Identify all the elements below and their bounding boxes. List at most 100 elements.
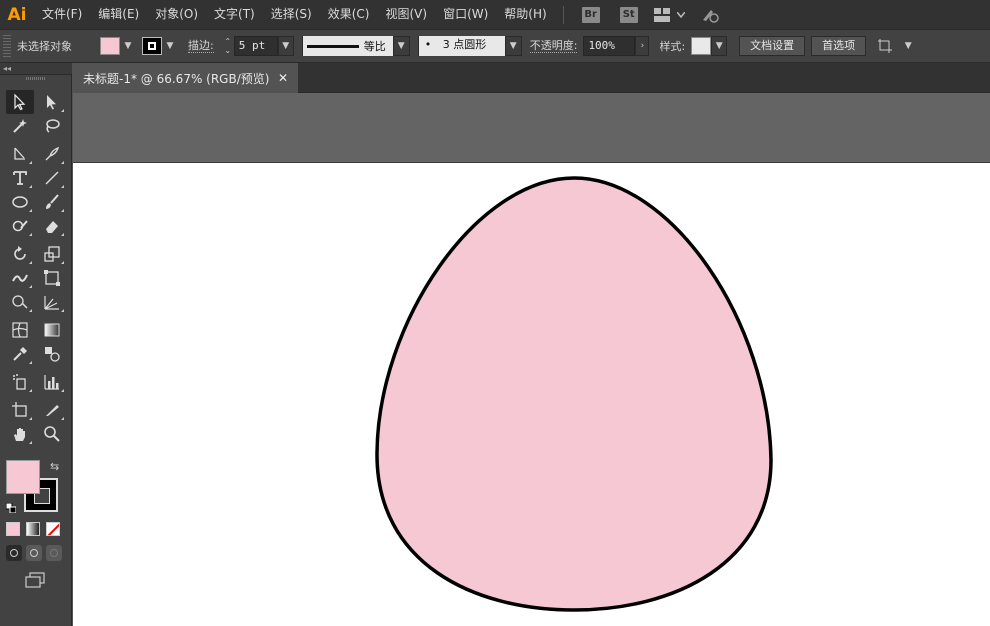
paintbrush-tool-icon[interactable] [38, 190, 66, 214]
document-tab-bar: 未标题-1* @ 66.67% (RGB/预览) ✕ [73, 63, 990, 93]
shape-builder-tool-icon[interactable] [6, 290, 34, 314]
style-label-text: 样式 [659, 40, 682, 53]
profile-dropdown-icon[interactable]: ▼ [392, 37, 409, 55]
toolbar-collapse[interactable]: ◂◂ [0, 63, 72, 75]
transform-options-icon[interactable] [876, 36, 896, 56]
direct-selection-tool-icon[interactable] [38, 90, 66, 114]
pasteboard[interactable] [73, 93, 990, 626]
menu-object[interactable]: 对象(O) [147, 0, 206, 29]
menu-help[interactable]: 帮助(H) [496, 0, 554, 29]
chevron-down-icon[interactable] [676, 5, 686, 25]
line-segment-tool-icon[interactable] [38, 166, 66, 190]
fill-swatch[interactable] [100, 37, 120, 55]
menu-edit[interactable]: 编辑(E) [90, 0, 147, 29]
menu-separator [562, 5, 564, 24]
gradient-tool-icon[interactable] [38, 318, 66, 342]
menu-effect[interactable]: 效果(C) [320, 0, 378, 29]
style-dropdown-icon[interactable]: ▼ [711, 36, 728, 56]
menu-bar: Ai 文件(F) 编辑(E) 对象(O) 文字(T) 选择(S) 效果(C) 视… [0, 0, 990, 29]
artboard-tool-icon[interactable] [6, 398, 34, 422]
fill-dropdown-chevron-icon[interactable]: ▼ [120, 36, 136, 56]
preferences-button[interactable]: 首选项 [811, 36, 867, 56]
document-tab[interactable]: 未标题-1* @ 66.67% (RGB/预览) ✕ [73, 63, 298, 93]
swap-fill-stroke-icon[interactable]: ⇆ [50, 460, 59, 473]
egg-shape[interactable] [73, 163, 990, 626]
control-bar: 未选择对象 ▼ ▼ 描边: ⌃ ⌄ 5 pt ▼ 等比 ▼ • 3 点圆形 ▼ 不… [0, 29, 990, 63]
stroke-swatch[interactable] [142, 37, 162, 55]
panel-grip[interactable] [3, 35, 11, 57]
default-fill-stroke-icon[interactable] [5, 502, 17, 514]
gpu-performance-icon[interactable] [700, 5, 720, 25]
type-tool-icon[interactable] [6, 166, 34, 190]
opacity-label-text: 不透明度 [529, 39, 574, 52]
stock-button[interactable]: St [619, 6, 638, 23]
style-label: 样式: [659, 40, 686, 53]
eyedropper-tool-icon[interactable] [6, 342, 34, 366]
rotate-tool-icon[interactable] [6, 242, 34, 266]
free-transform-tool-icon[interactable] [38, 266, 66, 290]
tools-panel: ⇆ [0, 75, 72, 626]
gradient-mode-icon[interactable] [26, 522, 40, 536]
width-tool-icon[interactable] [6, 266, 34, 290]
variable-width-profile[interactable]: 等比 ▼ [301, 36, 410, 56]
menu-select[interactable]: 选择(S) [263, 0, 320, 29]
stroke-weight-dropdown-icon[interactable]: ▼ [277, 36, 294, 56]
draw-normal-icon[interactable] [6, 545, 22, 561]
pen-tool-icon[interactable] [6, 142, 34, 166]
workspace-grid-icon[interactable] [652, 5, 672, 25]
shaper-tool-icon[interactable] [6, 214, 34, 238]
slice-tool-icon[interactable] [38, 398, 66, 422]
transform-options-chevron-icon[interactable]: ▼ [900, 36, 916, 56]
stroke-dropdown-chevron-icon[interactable]: ▼ [162, 36, 178, 56]
selection-status: 未选择对象 [17, 40, 72, 53]
toolbar-grip[interactable] [25, 77, 46, 80]
lasso-tool-icon[interactable] [38, 114, 66, 138]
menu-type[interactable]: 文字(T) [206, 0, 263, 29]
stroke-swatch-inner [148, 42, 156, 50]
scale-tool-icon[interactable] [38, 242, 66, 266]
menu-file[interactable]: 文件(F) [34, 0, 90, 29]
stroke-weight-input[interactable]: 5 pt [233, 36, 278, 56]
color-mode-icon[interactable] [6, 522, 20, 536]
symbol-sprayer-tool-icon[interactable] [6, 370, 34, 394]
brush-preview: • 3 点圆形 [418, 36, 505, 56]
stroke-label-text: 描边 [188, 39, 210, 52]
selection-tool-icon[interactable] [6, 90, 34, 114]
menu-window[interactable]: 窗口(W) [435, 0, 496, 29]
none-mode-icon[interactable] [46, 522, 60, 536]
eraser-tool-icon[interactable] [38, 214, 66, 238]
brush-definition[interactable]: • 3 点圆形 ▼ [417, 36, 522, 56]
artboard[interactable] [73, 162, 990, 626]
stroke-label[interactable]: 描边: [188, 39, 214, 53]
profile-label: 等比 [363, 40, 386, 53]
menu-view[interactable]: 视图(V) [377, 0, 435, 29]
graphic-style-swatch[interactable] [691, 37, 712, 55]
fill-stroke-control: ⇆ [5, 460, 62, 516]
stroke-spinner-icon[interactable]: ⌃ ⌄ [222, 35, 234, 57]
opacity-label[interactable]: 不透明度: [529, 39, 578, 53]
perspective-grid-tool-icon[interactable] [38, 290, 66, 314]
profile-preview: 等比 [302, 36, 393, 56]
document-setup-button[interactable]: 文档设置 [739, 36, 806, 56]
ellipse-tool-icon[interactable] [6, 190, 34, 214]
brush-dot: • [424, 38, 432, 51]
zoom-tool-icon[interactable] [38, 422, 66, 446]
brush-dropdown-icon[interactable]: ▼ [504, 37, 521, 55]
blend-tool-icon[interactable] [38, 342, 66, 366]
curvature-pen-icon[interactable] [38, 142, 66, 166]
draw-behind-icon[interactable] [26, 545, 42, 561]
bridge-button[interactable]: Br [581, 6, 600, 23]
magic-wand-tool-icon[interactable] [6, 114, 34, 138]
profile-line [306, 44, 359, 48]
column-graph-tool-icon[interactable] [38, 370, 66, 394]
color-mode-row [6, 522, 60, 536]
opacity-slider-arrow-icon[interactable]: › [635, 36, 650, 56]
document-tab-title: 未标题-1* @ 66.67% (RGB/预览) [83, 71, 270, 86]
fill-color-box[interactable] [6, 460, 40, 494]
hand-tool-icon[interactable] [6, 422, 34, 446]
opacity-input[interactable]: 100% [583, 36, 636, 56]
screen-mode-icon[interactable] [24, 572, 46, 588]
draw-inside-icon[interactable] [46, 545, 62, 561]
close-tab-icon[interactable]: ✕ [278, 71, 288, 85]
mesh-tool-icon[interactable] [6, 318, 34, 342]
